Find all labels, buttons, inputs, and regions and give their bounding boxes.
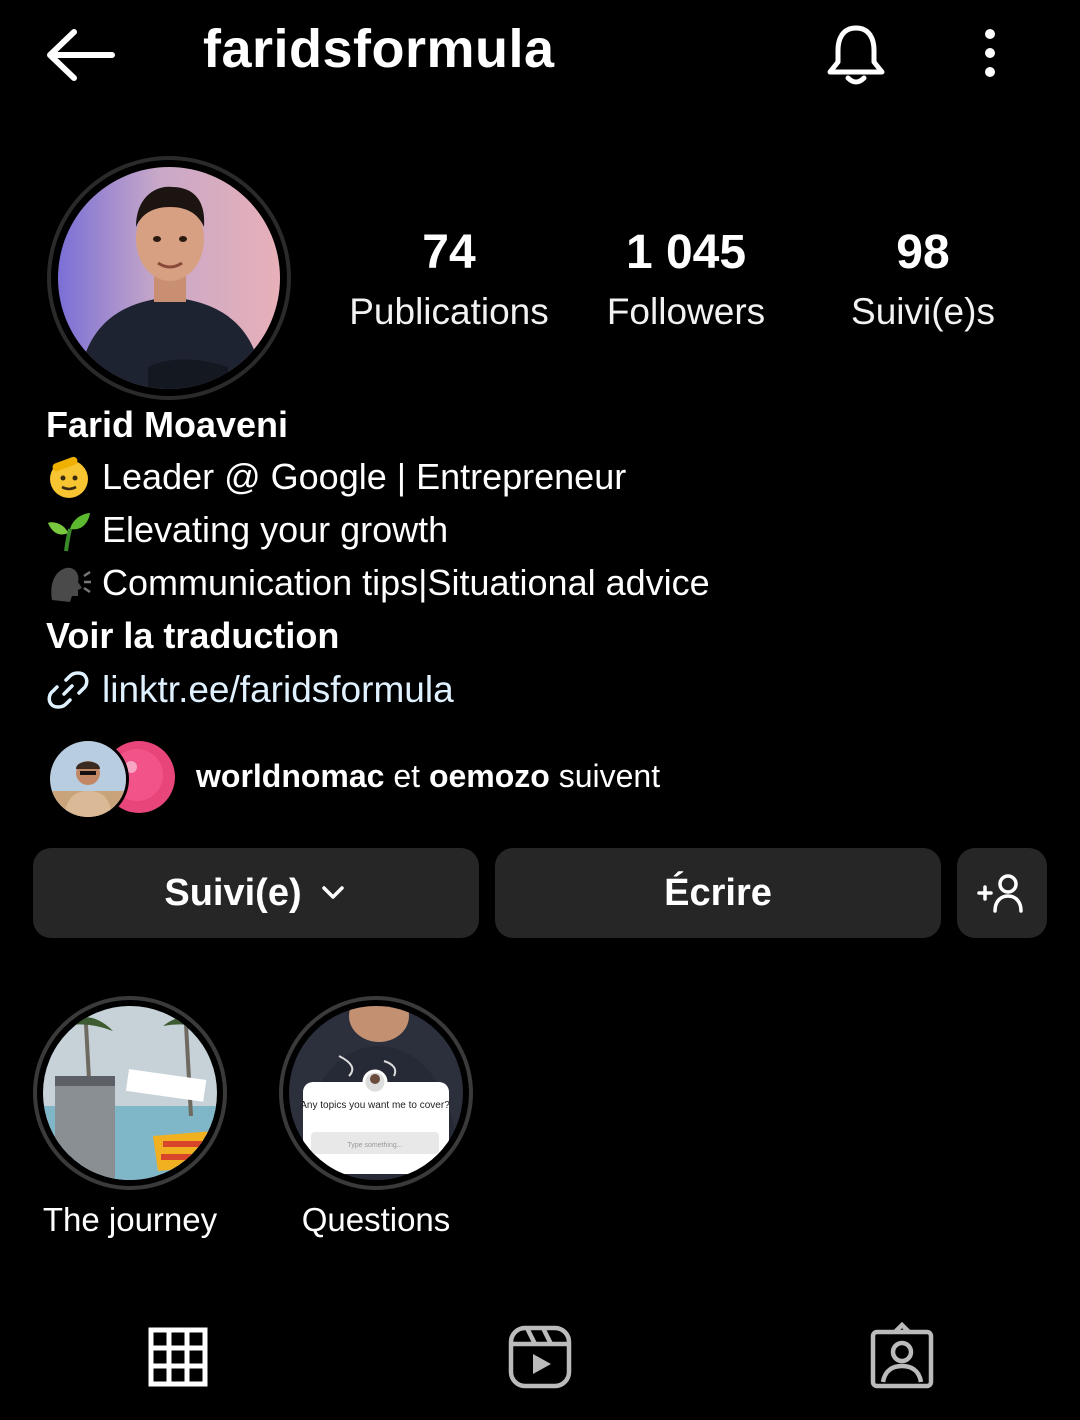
mutual-suffix: suivent [549,758,661,794]
stat-publications[interactable]: 74 Publications [342,222,556,340]
seedling-icon [48,512,90,551]
stat-followers[interactable]: 1 045 Followers [596,222,776,340]
bio-text: Elevating your growth [102,509,449,550]
highlight-ring [33,996,227,1190]
mutual-followers-text[interactable]: worldnomac et oemozo suivent [196,755,660,797]
stat-label: Publications [349,291,549,332]
question-card-placeholder: Type something... [347,1142,402,1149]
reels-icon [508,1325,572,1389]
stat-label: Followers [606,291,766,332]
tab-tagged[interactable] [867,1321,937,1392]
highlight-cover-image: Any topics you want me to cover? Type so… [289,1006,463,1180]
stat-value: 74 [422,226,476,279]
bio-text: Leader @ Google | Entrepreneur [102,456,627,497]
tagged-icon [870,1321,934,1389]
link-icon [47,671,89,709]
top-bar: faridsformula [0,0,1080,110]
message-button-label: Écrire [664,871,772,914]
profile-photo [58,167,280,389]
chevron-down-icon [321,886,344,899]
following-button-label: Suivi(e) [164,871,302,914]
bell-icon [827,25,885,85]
highlight-cover-image [43,1006,217,1180]
profile-username: faridsformula [203,19,555,79]
suggested-users-button[interactable] [957,848,1047,938]
mutual-avatar-worldnomac[interactable] [47,738,129,820]
back-button[interactable] [40,22,120,88]
bio-text: Communication tips|Situational advice [102,562,710,603]
mutual-avatar-image [50,741,126,817]
bio-line: Leader @ Google | Entrepreneur [46,450,1046,503]
highlight-ring: Any topics you want me to cover? Type so… [279,996,473,1190]
bio-line: Elevating your growth [46,503,1046,556]
mutual-user-2: oemozo [428,758,550,794]
highlight-cover: Any topics you want me to cover? Type so… [289,1006,463,1180]
stat-label: Suivi(e)s [851,291,995,332]
website-url: linktr.ee/faridsformula [102,669,454,710]
profile-avatar[interactable] [58,167,280,389]
tab-reels[interactable] [505,1322,575,1392]
display-name: Farid Moaveni [46,404,289,445]
message-button[interactable]: Écrire [495,848,941,938]
more-vertical-icon [985,29,995,77]
mutual-user-1: worldnomac [196,758,385,794]
notifications-button[interactable] [820,20,892,90]
following-button[interactable]: Suivi(e) [33,848,479,938]
profile-page: faridsformula 74 Publications 1 045 Foll… [0,0,1080,1420]
question-card-title: Any topics you want me to cover? [300,1100,450,1111]
grid-icon [148,1327,208,1387]
see-translation-link[interactable]: Voir la traduction [46,609,1046,663]
highlight-label: Questions [301,1201,451,1238]
profile-bio: Farid Moaveni Leader @ Google | Entrepre… [46,400,1046,717]
saluting-face-icon [50,456,88,498]
more-options-button[interactable] [965,22,1015,88]
tab-posts[interactable] [143,1322,213,1392]
stat-following[interactable]: 98 Suivi(e)s [840,222,1006,340]
highlight-label: The journey [42,1201,218,1238]
highlight-the-journey[interactable]: The journey [33,996,227,1242]
arrow-left-icon [47,29,115,81]
stat-value: 1 045 [625,226,747,279]
mutual-connector: et [384,758,429,794]
stat-value: 98 [896,226,950,279]
bio-line: Communication tips|Situational advice [46,556,1046,609]
speaking-head-icon [51,567,91,602]
highlight-cover [43,1006,217,1180]
add-person-icon [977,874,1023,913]
highlight-questions[interactable]: Any topics you want me to cover? Type so… [279,996,473,1242]
profile-website-link[interactable]: linktr.ee/faridsformula [46,663,1046,717]
